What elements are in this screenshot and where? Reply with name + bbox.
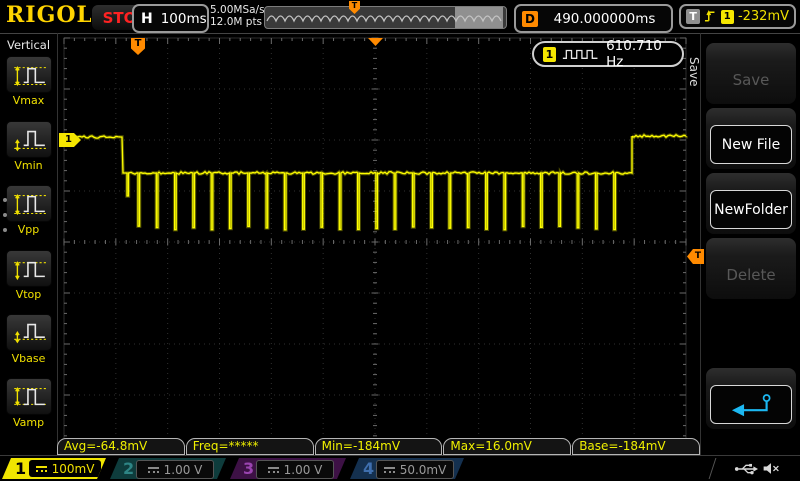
preview-waveform-icon	[265, 7, 506, 28]
menu-item-label: Vmin	[0, 159, 57, 172]
return-arrow-icon	[723, 392, 779, 418]
channel-scale: 50.0mV	[376, 460, 454, 479]
channel-1-badge[interactable]: 1 100mV	[2, 458, 106, 479]
trigger-readout-box: T 1 -232mV	[679, 4, 796, 29]
menu-item-label: Vbase	[0, 352, 57, 365]
menu-item-vamp[interactable]: Vamp	[0, 378, 57, 429]
speaker-muted-icon	[762, 461, 780, 476]
oscilloscope-screen: { "top_bar": { "brand": "RIGOL", "run_st…	[0, 0, 800, 480]
menu-tab-save: Save	[687, 57, 701, 86]
measurement-tab[interactable]: Base=-184mV	[572, 438, 700, 455]
new-folder-button-label: NewFolder	[710, 190, 792, 229]
vbase-icon	[10, 320, 48, 346]
trigger-level-value: -232mV	[738, 9, 789, 24]
menu-item-label: Vmax	[0, 94, 57, 107]
delete-button-label: Delete	[710, 255, 792, 294]
channel-2-badge[interactable]: 2 1.00 V	[110, 458, 226, 479]
menu-item-vpp[interactable]: Vpp	[0, 185, 57, 236]
menu-item-vtop[interactable]: Vtop	[0, 250, 57, 301]
delete-button[interactable]: Delete	[706, 238, 796, 299]
channel-4-badge[interactable]: 4 50.0mV	[350, 458, 464, 479]
new-file-button[interactable]: New File	[706, 108, 796, 169]
menu-item-vbase[interactable]: Vbase	[0, 314, 57, 365]
delay-value: 490.000000ms	[538, 11, 671, 27]
dc-coupling-icon	[268, 466, 279, 474]
delay-label-badge: D	[522, 11, 538, 27]
horizontal-scale-value: 100ms	[161, 11, 207, 27]
vamp-icon	[10, 384, 48, 410]
status-separator	[709, 458, 717, 479]
save-button-label: Save	[710, 60, 792, 99]
channel-number: 1	[15, 458, 26, 479]
channel-scale: 1.00 V	[136, 460, 214, 479]
page-indicator-dot	[3, 213, 7, 217]
vmax-icon	[10, 62, 48, 88]
delay-readout-box: D 490.000000ms	[514, 4, 673, 33]
horizontal-label: H	[141, 11, 153, 27]
channel-number: 2	[123, 458, 134, 479]
channel-scale: 1.00 V	[256, 460, 334, 479]
new-folder-button[interactable]: NewFolder	[706, 173, 796, 234]
menu-item-vmax[interactable]: Vmax	[0, 56, 57, 107]
vtop-icon	[10, 256, 48, 282]
vpp-icon	[10, 191, 48, 217]
softkey-menu-panel: Save New File NewFolder Delete	[700, 33, 800, 455]
trigger-source-badge: 1	[721, 10, 734, 24]
channel-number: 4	[363, 458, 374, 479]
graticule-and-trace	[60, 33, 700, 455]
memory-depth: 12.0M pts	[210, 16, 265, 28]
usb-icon	[734, 462, 758, 476]
channel-number: 3	[243, 458, 254, 479]
channel-scale: 100mV	[29, 460, 101, 477]
trigger-slope-icon	[704, 8, 716, 25]
channel-status-bar: 1 100mV 2 1.00 V 3 1.00 V 4 50.0mV	[0, 455, 800, 481]
freq-counter-channel-badge: 1	[543, 47, 556, 62]
new-file-button-label: New File	[710, 125, 792, 164]
waveform-preview-bar	[264, 6, 507, 29]
measurement-tab[interactable]: Min=-184mV	[315, 438, 443, 455]
page-indicator-dot	[3, 198, 7, 202]
sample-rate: 5.00MSa/s	[210, 4, 265, 16]
measurement-tab[interactable]: Max=16.0mV	[443, 438, 571, 455]
horizontal-scale-box: H 100ms	[132, 4, 209, 33]
frequency-counter: 1 610.710 Hz	[532, 41, 684, 67]
dc-coupling-icon	[148, 466, 159, 474]
menu-item-label: Vpp	[0, 223, 57, 236]
freq-counter-value: 610.710 Hz	[606, 38, 673, 70]
measurement-tab[interactable]: Freq=*****	[186, 438, 314, 455]
acquisition-info: 5.00MSa/s 12.0M pts	[210, 4, 265, 28]
square-wave-icon	[562, 47, 600, 61]
top-status-bar: RIGOL STOP H 100ms 5.00MSa/s 12.0M pts T…	[0, 0, 800, 34]
menu-back-button[interactable]	[706, 368, 796, 429]
vmin-icon	[10, 127, 48, 153]
page-indicator-dot	[3, 228, 7, 232]
save-button[interactable]: Save	[706, 43, 796, 104]
measurement-results-bar: Avg=-64.8mV Freq=***** Min=-184mV Max=16…	[57, 438, 700, 455]
dc-coupling-icon	[36, 465, 47, 473]
trigger-label-badge: T	[686, 9, 700, 24]
measure-menu-panel: Vertical Vmax Vmin Vpp	[0, 33, 58, 455]
dc-coupling-icon	[384, 466, 395, 474]
measurement-tab[interactable]: Avg=-64.8mV	[57, 438, 185, 455]
measure-menu-title: Vertical	[0, 38, 57, 52]
waveform-display: T 1 610.710 Hz 1 T	[60, 33, 700, 455]
menu-item-vmin[interactable]: Vmin	[0, 121, 57, 172]
menu-item-label: Vtop	[0, 288, 57, 301]
menu-item-label: Vamp	[0, 416, 57, 429]
brand-logo: RIGOL	[6, 2, 93, 28]
channel-3-badge[interactable]: 3 1.00 V	[230, 458, 346, 479]
